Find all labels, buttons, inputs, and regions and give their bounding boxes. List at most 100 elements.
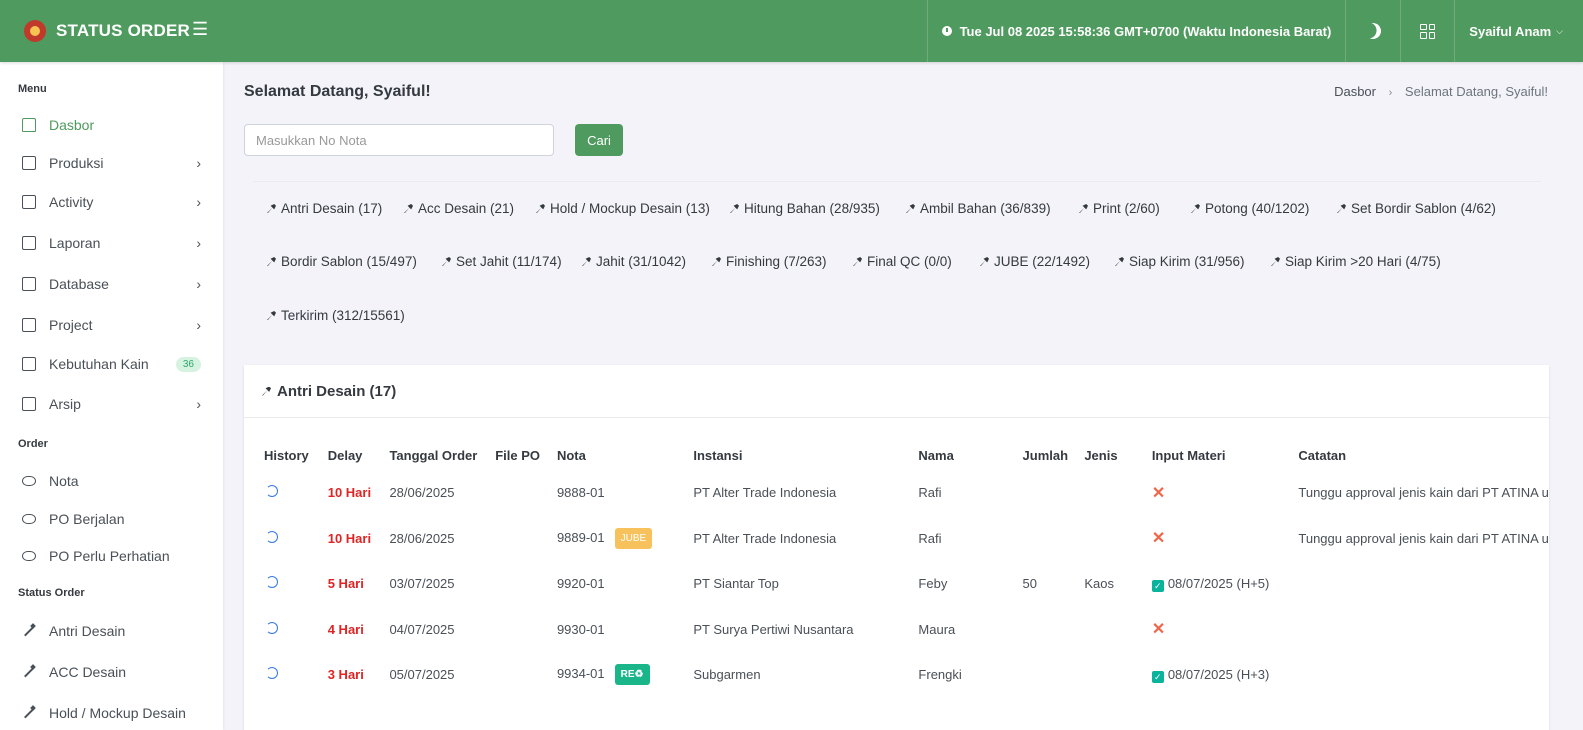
top-bar: STATUS ORDER ☰ Tue Jul 08 2025 15:58:36 … bbox=[0, 0, 1583, 62]
tab-potong[interactable]: Potong (40/1202) bbox=[1191, 201, 1309, 216]
fabric-roll-icon bbox=[22, 357, 36, 371]
tab-siap-kirim-20-hari[interactable]: Siap Kirim >20 Hari (4/75) bbox=[1271, 254, 1441, 269]
tab-hitung-bahan[interactable]: Hitung Bahan (28/935) bbox=[730, 201, 880, 216]
checkbox-checked-icon: ✓ bbox=[1151, 579, 1164, 592]
history-icon[interactable] bbox=[266, 576, 278, 589]
sidebar-item-antri-desain[interactable]: Antri Desain bbox=[0, 611, 223, 651]
col-input-materi[interactable]: Input Materi bbox=[1152, 440, 1299, 470]
magic-wand-icon bbox=[267, 204, 276, 213]
brand[interactable]: STATUS ORDER bbox=[0, 0, 223, 62]
file-po bbox=[495, 516, 557, 562]
col-jenis[interactable]: Jenis bbox=[1084, 440, 1152, 470]
nota-number[interactable]: 9920-01 bbox=[557, 561, 693, 607]
eye-icon bbox=[22, 550, 36, 561]
tab-siap-kirim[interactable]: Siap Kirim (31/956) bbox=[1115, 254, 1245, 269]
tab-ambil-bahan[interactable]: Ambil Bahan (36/839) bbox=[906, 201, 1051, 216]
col-jumlah[interactable]: Jumlah bbox=[1023, 440, 1085, 470]
hamburger-menu-icon[interactable]: ☰ bbox=[192, 19, 208, 40]
tab-bordir-sablon[interactable]: Bordir Sablon (15/497) bbox=[267, 254, 417, 269]
order-date: 03/07/2025 bbox=[389, 576, 455, 592]
chevron-right-icon: › bbox=[196, 316, 201, 333]
sidebar-item-activity[interactable]: Activity › bbox=[0, 182, 223, 222]
sidebar-item-hold-mockup-desain[interactable]: Hold / Mockup Desain bbox=[0, 692, 223, 730]
order-date: 04/07/2025 bbox=[389, 621, 455, 637]
sidebar-item-laporan[interactable]: Laporan › bbox=[0, 222, 223, 264]
sidebar-item-database[interactable]: Database › bbox=[0, 264, 223, 304]
order-date: 28/06/2025 bbox=[389, 485, 455, 501]
tab-jahit[interactable]: Jahit (31/1042) bbox=[582, 254, 686, 269]
history-icon[interactable] bbox=[266, 667, 278, 680]
tab-set-jahit[interactable]: Set Jahit (11/174) bbox=[442, 254, 562, 269]
jenis bbox=[1084, 652, 1152, 698]
sidebar-item-dasbor[interactable]: Dasbor bbox=[0, 106, 223, 144]
col-file-po[interactable]: File PO bbox=[495, 440, 557, 470]
nota-number[interactable]: 9930-01 bbox=[557, 607, 693, 653]
nota-number[interactable]: 9934-01 bbox=[557, 666, 605, 681]
tab-acc-desain[interactable]: Acc Desain (21) bbox=[404, 201, 514, 216]
page-title: Selamat Datang, Syaiful! bbox=[244, 83, 431, 100]
jumlah bbox=[1023, 607, 1085, 653]
jumlah bbox=[1023, 652, 1085, 698]
sidebar-item-po-perlu-perhatian[interactable]: PO Perlu Perhatian bbox=[0, 537, 223, 574]
archive-icon bbox=[22, 397, 36, 411]
nota-number[interactable]: 9888-01 bbox=[557, 470, 693, 516]
truck-icon bbox=[267, 311, 276, 320]
chevron-down-icon: ⌵ bbox=[1556, 25, 1563, 36]
sidebar-item-po-berjalan[interactable]: PO Berjalan bbox=[0, 500, 223, 537]
chevron-right-icon: › bbox=[196, 194, 201, 210]
tools-icon bbox=[712, 257, 721, 266]
tab-set-bordir-sablon[interactable]: Set Bordir Sablon (4/62) bbox=[1337, 201, 1496, 216]
col-tanggal-order[interactable]: Tanggal Order bbox=[389, 440, 495, 470]
nama: Maura bbox=[918, 621, 956, 637]
col-delay[interactable]: Delay bbox=[328, 440, 390, 470]
sidebar-item-nota[interactable]: Nota bbox=[0, 462, 223, 500]
sidebar-item-arsip[interactable]: Arsip › bbox=[0, 383, 223, 425]
sidebar-item-project[interactable]: Project › bbox=[0, 304, 223, 345]
col-catatan[interactable]: Catatan bbox=[1298, 440, 1549, 470]
history-icon[interactable] bbox=[266, 530, 278, 543]
breadcrumb-root[interactable]: Dasbor bbox=[1334, 84, 1376, 99]
re-badge: RE♻ bbox=[614, 664, 650, 686]
count-badge: 36 bbox=[175, 356, 201, 372]
history-icon[interactable] bbox=[266, 485, 278, 498]
sidebar-item-produksi[interactable]: Produksi › bbox=[0, 144, 223, 182]
chevron-right-icon: › bbox=[1388, 87, 1393, 99]
tab-final-qc[interactable]: Final QC (0/0) bbox=[853, 254, 952, 269]
contact-card-icon bbox=[22, 277, 36, 291]
catatan bbox=[1298, 652, 1549, 698]
sidebar-item-kebutuhan-kain[interactable]: Kebutuhan Kain 36 bbox=[0, 345, 223, 383]
tab-print[interactable]: Print (2/60) bbox=[1079, 201, 1160, 216]
tab-terkirim[interactable]: Terkirim (312/15561) bbox=[267, 308, 405, 323]
book-icon bbox=[22, 195, 36, 209]
theme-toggle-button[interactable] bbox=[1345, 0, 1400, 62]
logo-icon bbox=[24, 20, 46, 42]
history-icon[interactable] bbox=[266, 621, 278, 634]
sidebar-section-menu: Menu bbox=[18, 83, 47, 95]
col-nota[interactable]: Nota bbox=[557, 440, 693, 470]
search-button[interactable]: Cari bbox=[575, 124, 623, 156]
delay-value: 10 Hari bbox=[327, 530, 372, 546]
tab-antri-desain[interactable]: Antri Desain (17) bbox=[267, 201, 382, 216]
nota-number[interactable]: 9889-01 bbox=[557, 530, 605, 545]
search-input[interactable] bbox=[244, 124, 554, 156]
col-nama[interactable]: Nama bbox=[918, 440, 1022, 470]
col-instansi[interactable]: Instansi bbox=[693, 440, 918, 470]
magic-wand-icon bbox=[536, 204, 545, 213]
apps-button[interactable] bbox=[1400, 0, 1454, 62]
user-menu[interactable]: Syaiful Anam ⌵ bbox=[1454, 0, 1583, 62]
cart-icon bbox=[980, 257, 989, 266]
eye-icon bbox=[22, 513, 36, 524]
magic-wand-icon bbox=[404, 204, 413, 213]
order-date: 05/07/2025 bbox=[389, 667, 455, 683]
cross-icon: ✕ bbox=[1151, 621, 1166, 639]
sidebar-item-acc-desain[interactable]: ACC Desain bbox=[0, 651, 223, 692]
tab-hold-mockup-desain[interactable]: Hold / Mockup Desain (13) bbox=[536, 201, 710, 216]
input-materi: ✕ bbox=[1152, 470, 1299, 516]
catatan bbox=[1298, 561, 1549, 607]
file-po bbox=[495, 470, 557, 516]
input-materi: ✕ bbox=[1152, 607, 1299, 653]
tab-jube[interactable]: JUBE (22/1492) bbox=[980, 254, 1090, 269]
tab-finishing[interactable]: Finishing (7/263) bbox=[712, 254, 827, 269]
delay-value: 10 Hari bbox=[327, 485, 372, 501]
col-history[interactable]: History bbox=[264, 440, 328, 470]
